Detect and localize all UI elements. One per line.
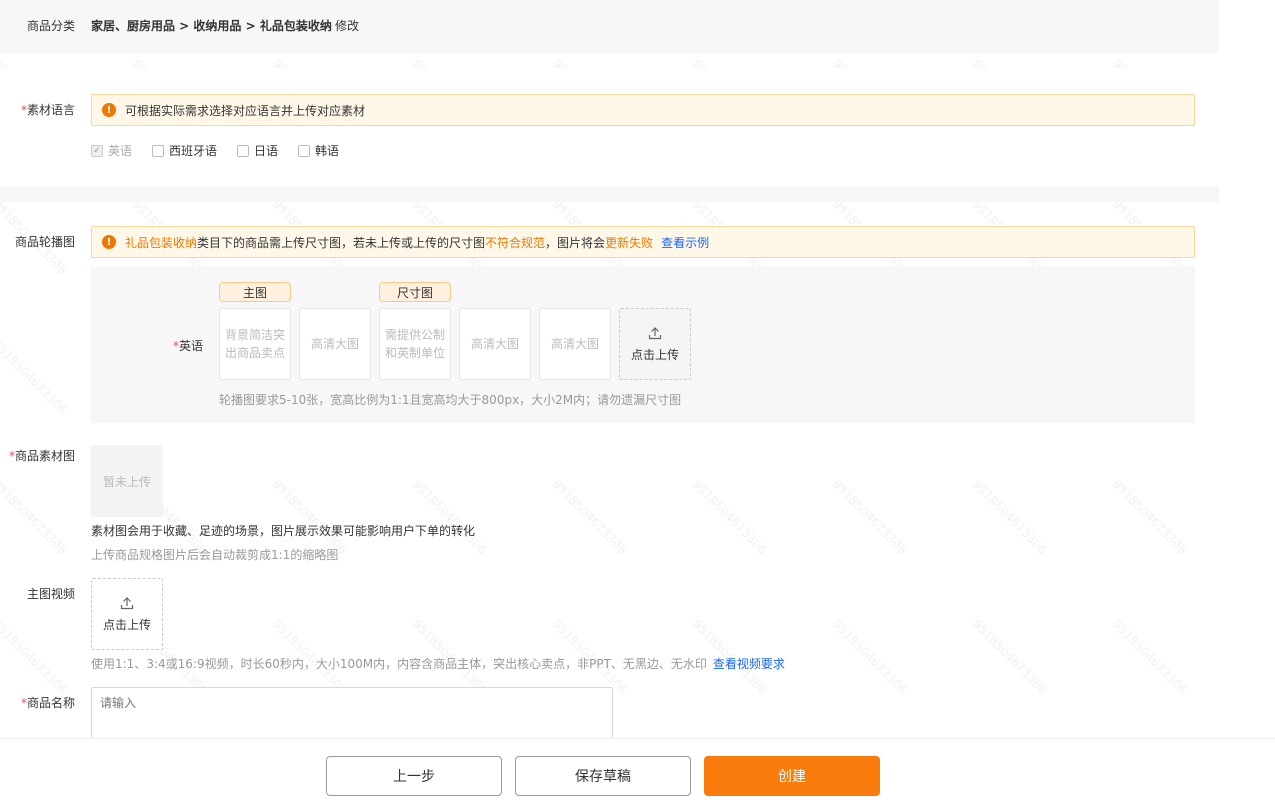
video-hint: 使用1:1、3:4或16:9视频，时长60秒内，大小100M内，内容含商品主体，… (91, 657, 785, 671)
carousel-slot-2[interactable]: 高清大图 (299, 308, 371, 380)
material-language-panel (0, 68, 1219, 186)
tag-size-image: 尺寸图 (379, 282, 451, 302)
section-divider (0, 186, 1219, 202)
checkbox-japanese[interactable]: 日语 (237, 142, 278, 159)
product-name-label: *商品名称 (20, 696, 75, 710)
category-label: 商品分类 (26, 19, 75, 33)
carousel-upload-button[interactable]: 点击上传 (619, 308, 691, 380)
carousel-label: 商品轮播图 (14, 235, 75, 249)
warning-icon: ! (102, 103, 116, 117)
watermark-text: 9518504673306 (969, 476, 1050, 558)
language-checkbox-group: ✓ 英语 西班牙语 日语 韩语 (91, 142, 359, 159)
checkbox-icon (298, 144, 311, 157)
watermark-text: 9518504673306 (829, 476, 910, 558)
material-image-placeholder[interactable]: 暂未上传 (91, 445, 163, 517)
watermark-text: 9518504673306 (1109, 616, 1190, 698)
carousel-hint: 轮播图要求5-10张，宽高比例为1:1且宽高均大于800px，大小2M内；请勿遗… (219, 393, 682, 407)
watermark-text: 9518504673306 (0, 616, 70, 698)
watermark-text: 9518504673306 (1109, 476, 1190, 558)
video-requirements-link[interactable]: 查看视频要求 (713, 657, 785, 671)
watermark-text: 9518504673306 (549, 476, 630, 558)
checkbox-english[interactable]: ✓ 英语 (91, 142, 132, 159)
upload-icon (120, 596, 134, 609)
tag-main-image: 主图 (219, 282, 291, 302)
video-label: 主图视频 (26, 587, 75, 601)
checkbox-icon (237, 144, 250, 157)
material-image-label: *商品素材图 (8, 449, 75, 463)
watermark-text: 9518504673306 (689, 476, 770, 558)
watermark-text: 9518504673306 (969, 616, 1050, 698)
warning-icon: ! (102, 235, 116, 249)
watermark-text: 9518504673306 (829, 616, 910, 698)
view-example-link[interactable]: 查看示例 (661, 234, 709, 251)
carousel-slot-3[interactable]: 需提供公制和英制单位 (379, 308, 451, 380)
upload-icon (648, 326, 662, 339)
carousel-slot-5[interactable]: 高清大图 (539, 308, 611, 380)
create-button[interactable]: 创建 (704, 756, 880, 796)
carousel-language-label: *英语 (172, 339, 203, 353)
watermark-text: 9518504673306 (0, 476, 70, 558)
carousel-slot-1[interactable]: 背景简洁突出商品卖点 (219, 308, 291, 380)
checkbox-checked-icon: ✓ (91, 144, 103, 157)
checkbox-icon (152, 144, 165, 157)
material-image-hint: 上传商品规格图片后会自动裁剪成1:1的缩略图 (91, 548, 339, 562)
footer-bar: 上一步 保存草稿 创建 (0, 738, 1275, 812)
product-name-input[interactable] (91, 687, 613, 739)
prev-step-button[interactable]: 上一步 (326, 756, 502, 796)
watermark-text: 9518504673306 (0, 336, 70, 418)
category-edit-link[interactable]: 修改 (335, 17, 359, 34)
watermark-text: 9518504673306 (409, 476, 490, 558)
checkbox-spanish[interactable]: 西班牙语 (152, 142, 217, 159)
video-upload-button[interactable]: 点击上传 (91, 578, 163, 650)
material-image-desc: 素材图会用于收藏、足迹的场景，图片展示效果可能影响用户下单的转化 (91, 524, 476, 538)
category-path: 家居、厨房用品 > 收纳用品 > 礼品包装收纳 (91, 19, 332, 33)
material-language-label: *素材语言 (20, 103, 75, 117)
save-draft-button[interactable]: 保存草稿 (515, 756, 691, 796)
carousel-notice: ! 礼品包装收纳 类目下的商品需上传尺寸图，若未上传或上传的尺寸图 不符合规范 ，图片… (91, 226, 1195, 258)
carousel-slot-4[interactable]: 高清大图 (459, 308, 531, 380)
checkbox-korean[interactable]: 韩语 (298, 142, 339, 159)
notice-text: 可根据实际需求选择对应语言并上传对应素材 (125, 103, 366, 118)
material-language-notice: ! 可根据实际需求选择对应语言并上传对应素材 (91, 94, 1195, 126)
